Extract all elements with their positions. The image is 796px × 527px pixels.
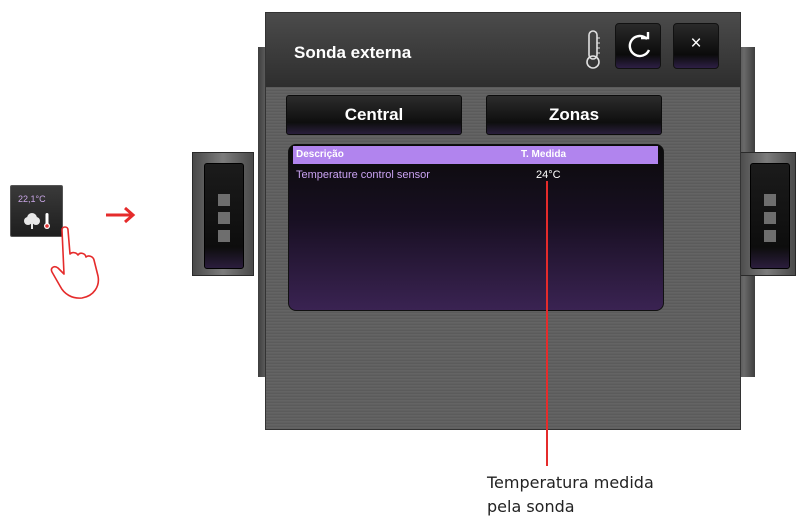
tab-zonas[interactable]: Zonas xyxy=(486,95,662,135)
callout-line-2: pela sonda xyxy=(487,497,575,516)
widget-temperature: 22,1°C xyxy=(18,194,46,204)
table-row[interactable]: Temperature control sensor 24°C xyxy=(296,168,656,184)
arrow-right-icon xyxy=(106,206,136,224)
tree-icon xyxy=(24,213,40,229)
thermometer-icon xyxy=(586,30,600,69)
dot-icon xyxy=(218,230,230,242)
column-header-description: Descrição xyxy=(296,149,344,160)
callout-text: Temperatura medida pela sonda xyxy=(487,471,727,519)
pointing-hand-icon xyxy=(50,226,100,299)
tab-central[interactable]: Central xyxy=(286,95,462,135)
close-button[interactable]: × xyxy=(673,23,719,69)
sensor-panel: Sonda externa × Central Zonas Descrição … xyxy=(265,12,741,430)
dot-icon xyxy=(764,194,776,206)
dot-icon xyxy=(218,212,230,224)
dot-icon xyxy=(218,194,230,206)
left-menu-button[interactable] xyxy=(204,163,244,269)
sensor-temperature: 24°C xyxy=(536,169,561,181)
panel-title: Sonda externa xyxy=(294,43,412,62)
table-header: Descrição T. Medida xyxy=(293,146,658,164)
right-dock xyxy=(738,152,796,276)
callout-line-1: Temperatura medida xyxy=(487,473,654,492)
sensor-description: Temperature control sensor xyxy=(296,169,430,181)
column-header-temperature: T. Medida xyxy=(521,149,567,160)
close-icon: × xyxy=(690,33,702,54)
dot-icon xyxy=(764,230,776,242)
refresh-button[interactable] xyxy=(615,23,661,69)
refresh-icon xyxy=(628,32,651,58)
sensor-table: Descrição T. Medida Temperature control … xyxy=(288,144,664,311)
callout-line xyxy=(546,181,548,466)
left-dock xyxy=(192,152,254,276)
right-menu-button[interactable] xyxy=(750,163,790,269)
dot-icon xyxy=(764,212,776,224)
